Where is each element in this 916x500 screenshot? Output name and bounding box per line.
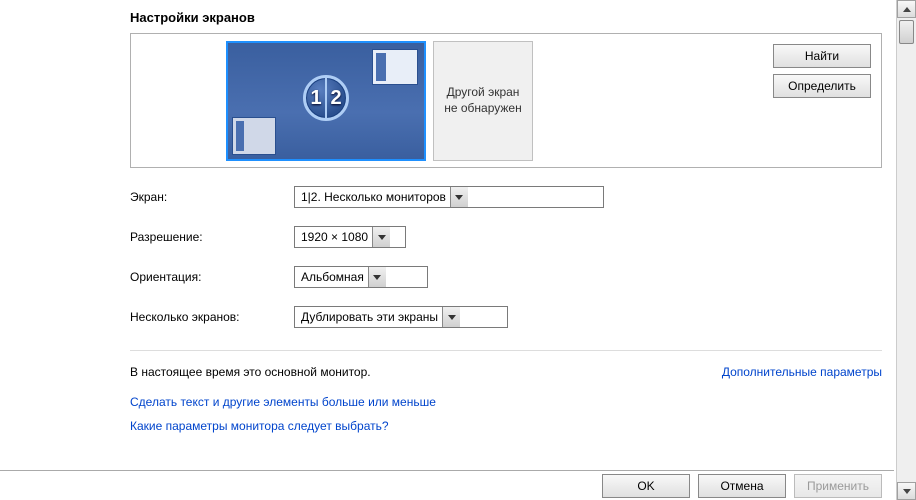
display-preview: 1 2 Другой экран не обнаружен Найти Опре…	[130, 33, 882, 168]
orientation-select-value: Альбомная	[295, 270, 368, 284]
primary-monitor-text: В настоящее время это основной монитор.	[130, 365, 371, 379]
section-title: Настройки экранов	[130, 10, 882, 25]
display-label: Экран:	[130, 190, 292, 204]
text-size-link[interactable]: Сделать текст и другие элементы больше и…	[130, 395, 436, 409]
identify-button[interactable]: Определить	[773, 74, 871, 98]
display-select-value: 1|2. Несколько мониторов	[295, 190, 450, 204]
multi-select-value: Дублировать эти экраны	[295, 310, 442, 324]
ok-button[interactable]: OK	[602, 474, 690, 498]
scroll-track[interactable]	[897, 18, 916, 482]
scroll-thumb[interactable]	[899, 20, 914, 44]
scroll-up-button[interactable]	[897, 0, 916, 18]
which-settings-link[interactable]: Какие параметры монитора следует выбрать…	[130, 419, 389, 433]
multi-select[interactable]: Дублировать эти экраны	[294, 306, 508, 328]
chevron-down-icon[interactable]	[442, 307, 460, 327]
orientation-label: Ориентация:	[130, 270, 292, 284]
monitor-id-badge: 1 2	[303, 75, 349, 121]
resolution-select[interactable]: 1920 × 1080	[294, 226, 406, 248]
cancel-button[interactable]: Отмена	[698, 474, 786, 498]
resolution-label: Разрешение:	[130, 230, 292, 244]
multi-label: Несколько экранов:	[130, 310, 292, 324]
apply-button: Применить	[794, 474, 882, 498]
triangle-down-icon	[903, 489, 911, 494]
preview-window-icon	[372, 49, 418, 85]
other-line: не обнаружен	[444, 101, 521, 117]
display-select[interactable]: 1|2. Несколько мониторов	[294, 186, 604, 208]
triangle-up-icon	[903, 7, 911, 12]
badge-left-number: 1	[306, 78, 326, 118]
chevron-down-icon[interactable]	[450, 187, 468, 207]
resolution-select-value: 1920 × 1080	[295, 230, 372, 244]
monitor-tile[interactable]: 1 2	[226, 41, 426, 161]
other-line: Другой экран	[447, 85, 520, 101]
dialog-button-bar: OK Отмена Применить	[0, 470, 894, 500]
orientation-select[interactable]: Альбомная	[294, 266, 428, 288]
chevron-down-icon[interactable]	[368, 267, 386, 287]
badge-right-number: 2	[326, 78, 346, 118]
advanced-settings-link[interactable]: Дополнительные параметры	[722, 365, 882, 379]
chevron-down-icon[interactable]	[372, 227, 390, 247]
other-display-placeholder[interactable]: Другой экран не обнаружен	[433, 41, 533, 161]
preview-window-icon	[232, 117, 276, 155]
find-button[interactable]: Найти	[773, 44, 871, 68]
scroll-down-button[interactable]	[897, 482, 916, 500]
vertical-scrollbar[interactable]	[896, 0, 916, 500]
